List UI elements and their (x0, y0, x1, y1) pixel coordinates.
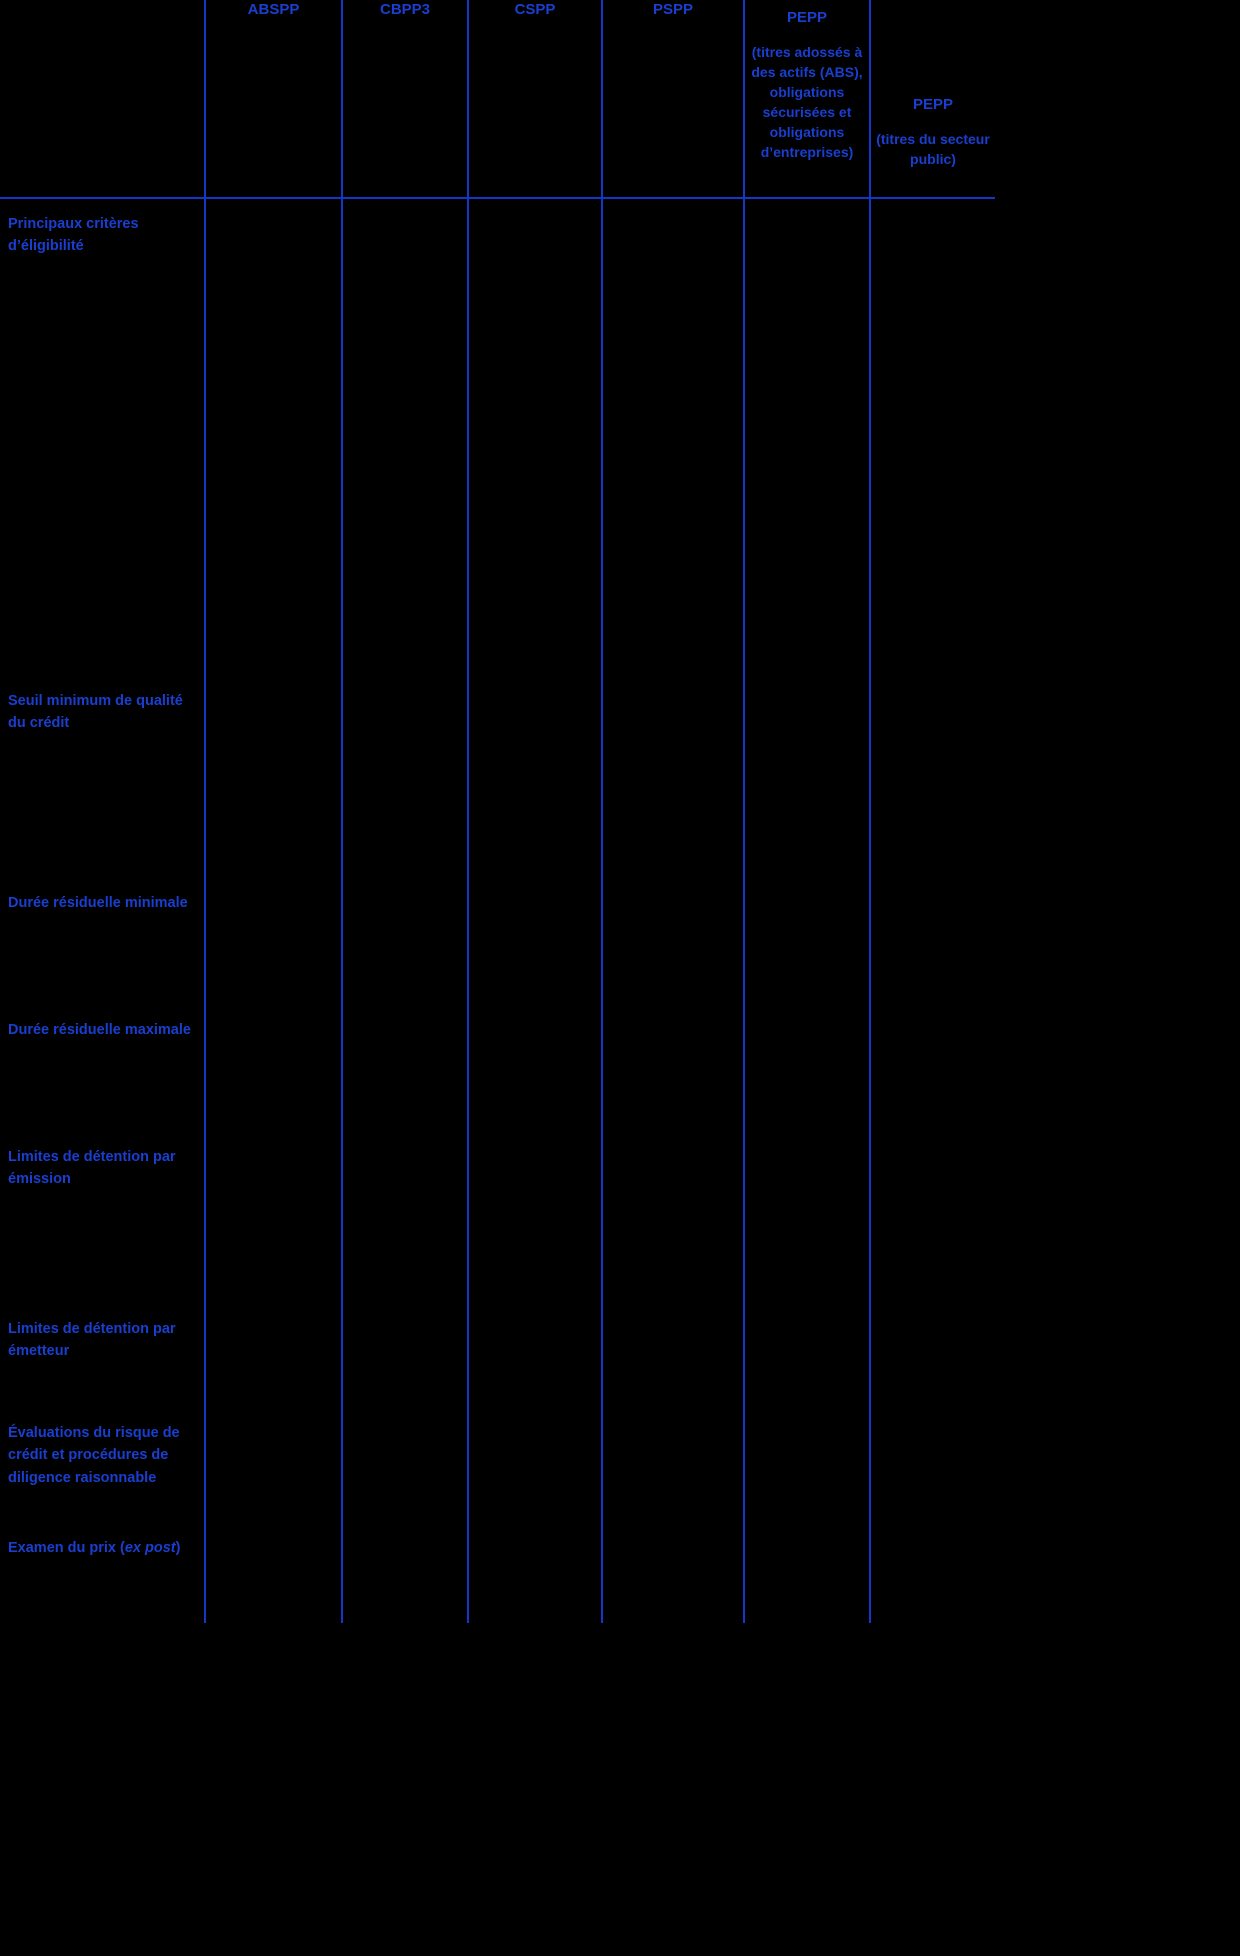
cell-limites-emetteur-absp (204, 1304, 342, 1408)
column-header-pepp-private-sublabel: (titres adossés à des actifs (ABS), obli… (751, 43, 863, 161)
row-label-evaluations-risque-credit: Évaluations du risque de crédit et procé… (8, 1425, 180, 1486)
cell-examen-prix-pepp-public (869, 1523, 995, 1623)
cell-evaluations-pepp-private (743, 1408, 870, 1523)
cell-examen-prix-cspp (467, 1523, 602, 1623)
row-label-limites-detention-emetteur: Limites de détention par émetteur (8, 1321, 176, 1360)
cell-seuil-cspp (467, 676, 602, 878)
table-row: Durée résiduelle minimale (0, 878, 995, 1005)
row-label-examen-prix-prefix: Examen du prix ( (8, 1540, 125, 1556)
column-header-absp-label: ABSPP (247, 1, 300, 18)
cell-examen-prix-pepp-private (743, 1523, 870, 1623)
cell-limites-emetteur-pspp (601, 1304, 744, 1408)
cell-duree-min-absp (204, 878, 342, 1005)
header-row: ABSPP CBPP3 CSPP PSPP PEPP (titres adoss… (0, 0, 995, 199)
row-label-examen-prix-suffix: ) (175, 1540, 181, 1556)
table-row: Limites de détention par émission (0, 1132, 995, 1304)
cell-criteres-cbpp3 (341, 198, 468, 676)
cell-evaluations-cbpp3 (341, 1408, 468, 1523)
table-header: ABSPP CBPP3 CSPP PSPP PEPP (titres adoss… (0, 0, 995, 199)
table-row: Seuil minimum de qualité du crédit (0, 676, 995, 878)
column-header-pepp-public-label: PEPP (912, 96, 954, 113)
cell-limites-emission-cbpp3 (341, 1132, 468, 1304)
cell-evaluations-cspp (467, 1408, 602, 1523)
row-label-duree-residuelle-minimale: Durée résiduelle minimale (8, 895, 188, 911)
cell-seuil-pepp-public (869, 676, 995, 878)
cell-duree-max-cbpp3 (341, 1005, 468, 1132)
programmes-comparison-table: ABSPP CBPP3 CSPP PSPP PEPP (titres adoss… (0, 0, 995, 1623)
cell-duree-max-cspp (467, 1005, 602, 1132)
cell-examen-prix-absp (204, 1523, 342, 1623)
cell-limites-emission-absp (204, 1132, 342, 1304)
cell-duree-min-pepp-public (869, 878, 995, 1005)
cell-limites-emission-pspp (601, 1132, 744, 1304)
column-header-cspp-label: CSPP (514, 1, 556, 18)
table-row: Évaluations du risque de crédit et procé… (0, 1408, 995, 1523)
row-label-seuil-qualite-credit: Seuil minimum de qualité du crédit (8, 693, 183, 732)
cell-seuil-cbpp3 (341, 676, 468, 878)
cell-limites-emetteur-cspp (467, 1304, 602, 1408)
cell-examen-prix-pspp (601, 1523, 744, 1623)
cell-limites-emission-pepp-private (743, 1132, 870, 1304)
cell-duree-min-pspp (601, 878, 744, 1005)
table-row: Examen du prix (ex post) (0, 1523, 995, 1623)
cell-criteres-absp (204, 198, 342, 676)
cell-duree-max-pepp-private (743, 1005, 870, 1132)
column-header-pepp-public: PEPP (titres du secteur public) (869, 0, 995, 199)
cell-evaluations-absp (204, 1408, 342, 1523)
table-row: Durée résiduelle maximale (0, 1005, 995, 1132)
comparison-table-page: ABSPP CBPP3 CSPP PSPP PEPP (titres adoss… (0, 0, 1240, 1956)
cell-seuil-pspp (601, 676, 744, 878)
cell-duree-max-pepp-public (869, 1005, 995, 1132)
cell-criteres-pepp-public (869, 198, 995, 676)
column-header-cbpp3: CBPP3 (341, 0, 468, 199)
row-label-examen-prix-italic: ex post (124, 1540, 176, 1556)
column-header-pspp-label: PSPP (652, 1, 694, 18)
column-header-cspp: CSPP (467, 0, 602, 199)
column-header-pepp-public-sublabel: (titres du secteur public) (876, 130, 990, 167)
cell-seuil-pepp-private (743, 676, 870, 878)
cell-seuil-absp (204, 676, 342, 878)
cell-criteres-pspp (601, 198, 744, 676)
cell-evaluations-pepp-public (869, 1408, 995, 1523)
column-header-pepp-private-label: PEPP (786, 9, 828, 26)
cell-duree-min-pepp-private (743, 878, 870, 1005)
cell-duree-min-cspp (467, 878, 602, 1005)
table-row: Limites de détention par émetteur (0, 1304, 995, 1408)
cell-limites-emission-pepp-public (869, 1132, 995, 1304)
column-header-cbpp3-label: CBPP3 (379, 1, 431, 18)
cell-limites-emetteur-cbpp3 (341, 1304, 468, 1408)
header-rowlabel-blank (0, 0, 205, 199)
cell-limites-emetteur-pepp-private (743, 1304, 870, 1408)
column-header-pepp-private: PEPP (titres adossés à des actifs (ABS),… (743, 0, 870, 199)
cell-evaluations-pspp (601, 1408, 744, 1523)
cell-limites-emetteur-pepp-public (869, 1304, 995, 1408)
cell-limites-emission-cspp (467, 1132, 602, 1304)
row-label-limites-detention-emission: Limites de détention par émission (8, 1149, 176, 1188)
column-header-absp: ABSPP (204, 0, 342, 199)
row-label-examen-prix: Examen du prix (ex post) (0, 1523, 205, 1623)
cell-criteres-pepp-private (743, 198, 870, 676)
table-row: Principaux critères d’éligibilité (0, 198, 995, 676)
table-body: Principaux critères d’éligibilité Seuil … (0, 198, 995, 1623)
row-label-criteres: Principaux critères d’éligibilité (8, 216, 139, 255)
column-header-pspp: PSPP (601, 0, 744, 199)
cell-duree-max-pspp (601, 1005, 744, 1132)
cell-duree-max-absp (204, 1005, 342, 1132)
row-label-duree-residuelle-maximale: Durée résiduelle maximale (8, 1022, 191, 1038)
cell-duree-min-cbpp3 (341, 878, 468, 1005)
cell-examen-prix-cbpp3 (341, 1523, 468, 1623)
cell-criteres-cspp (467, 198, 602, 676)
